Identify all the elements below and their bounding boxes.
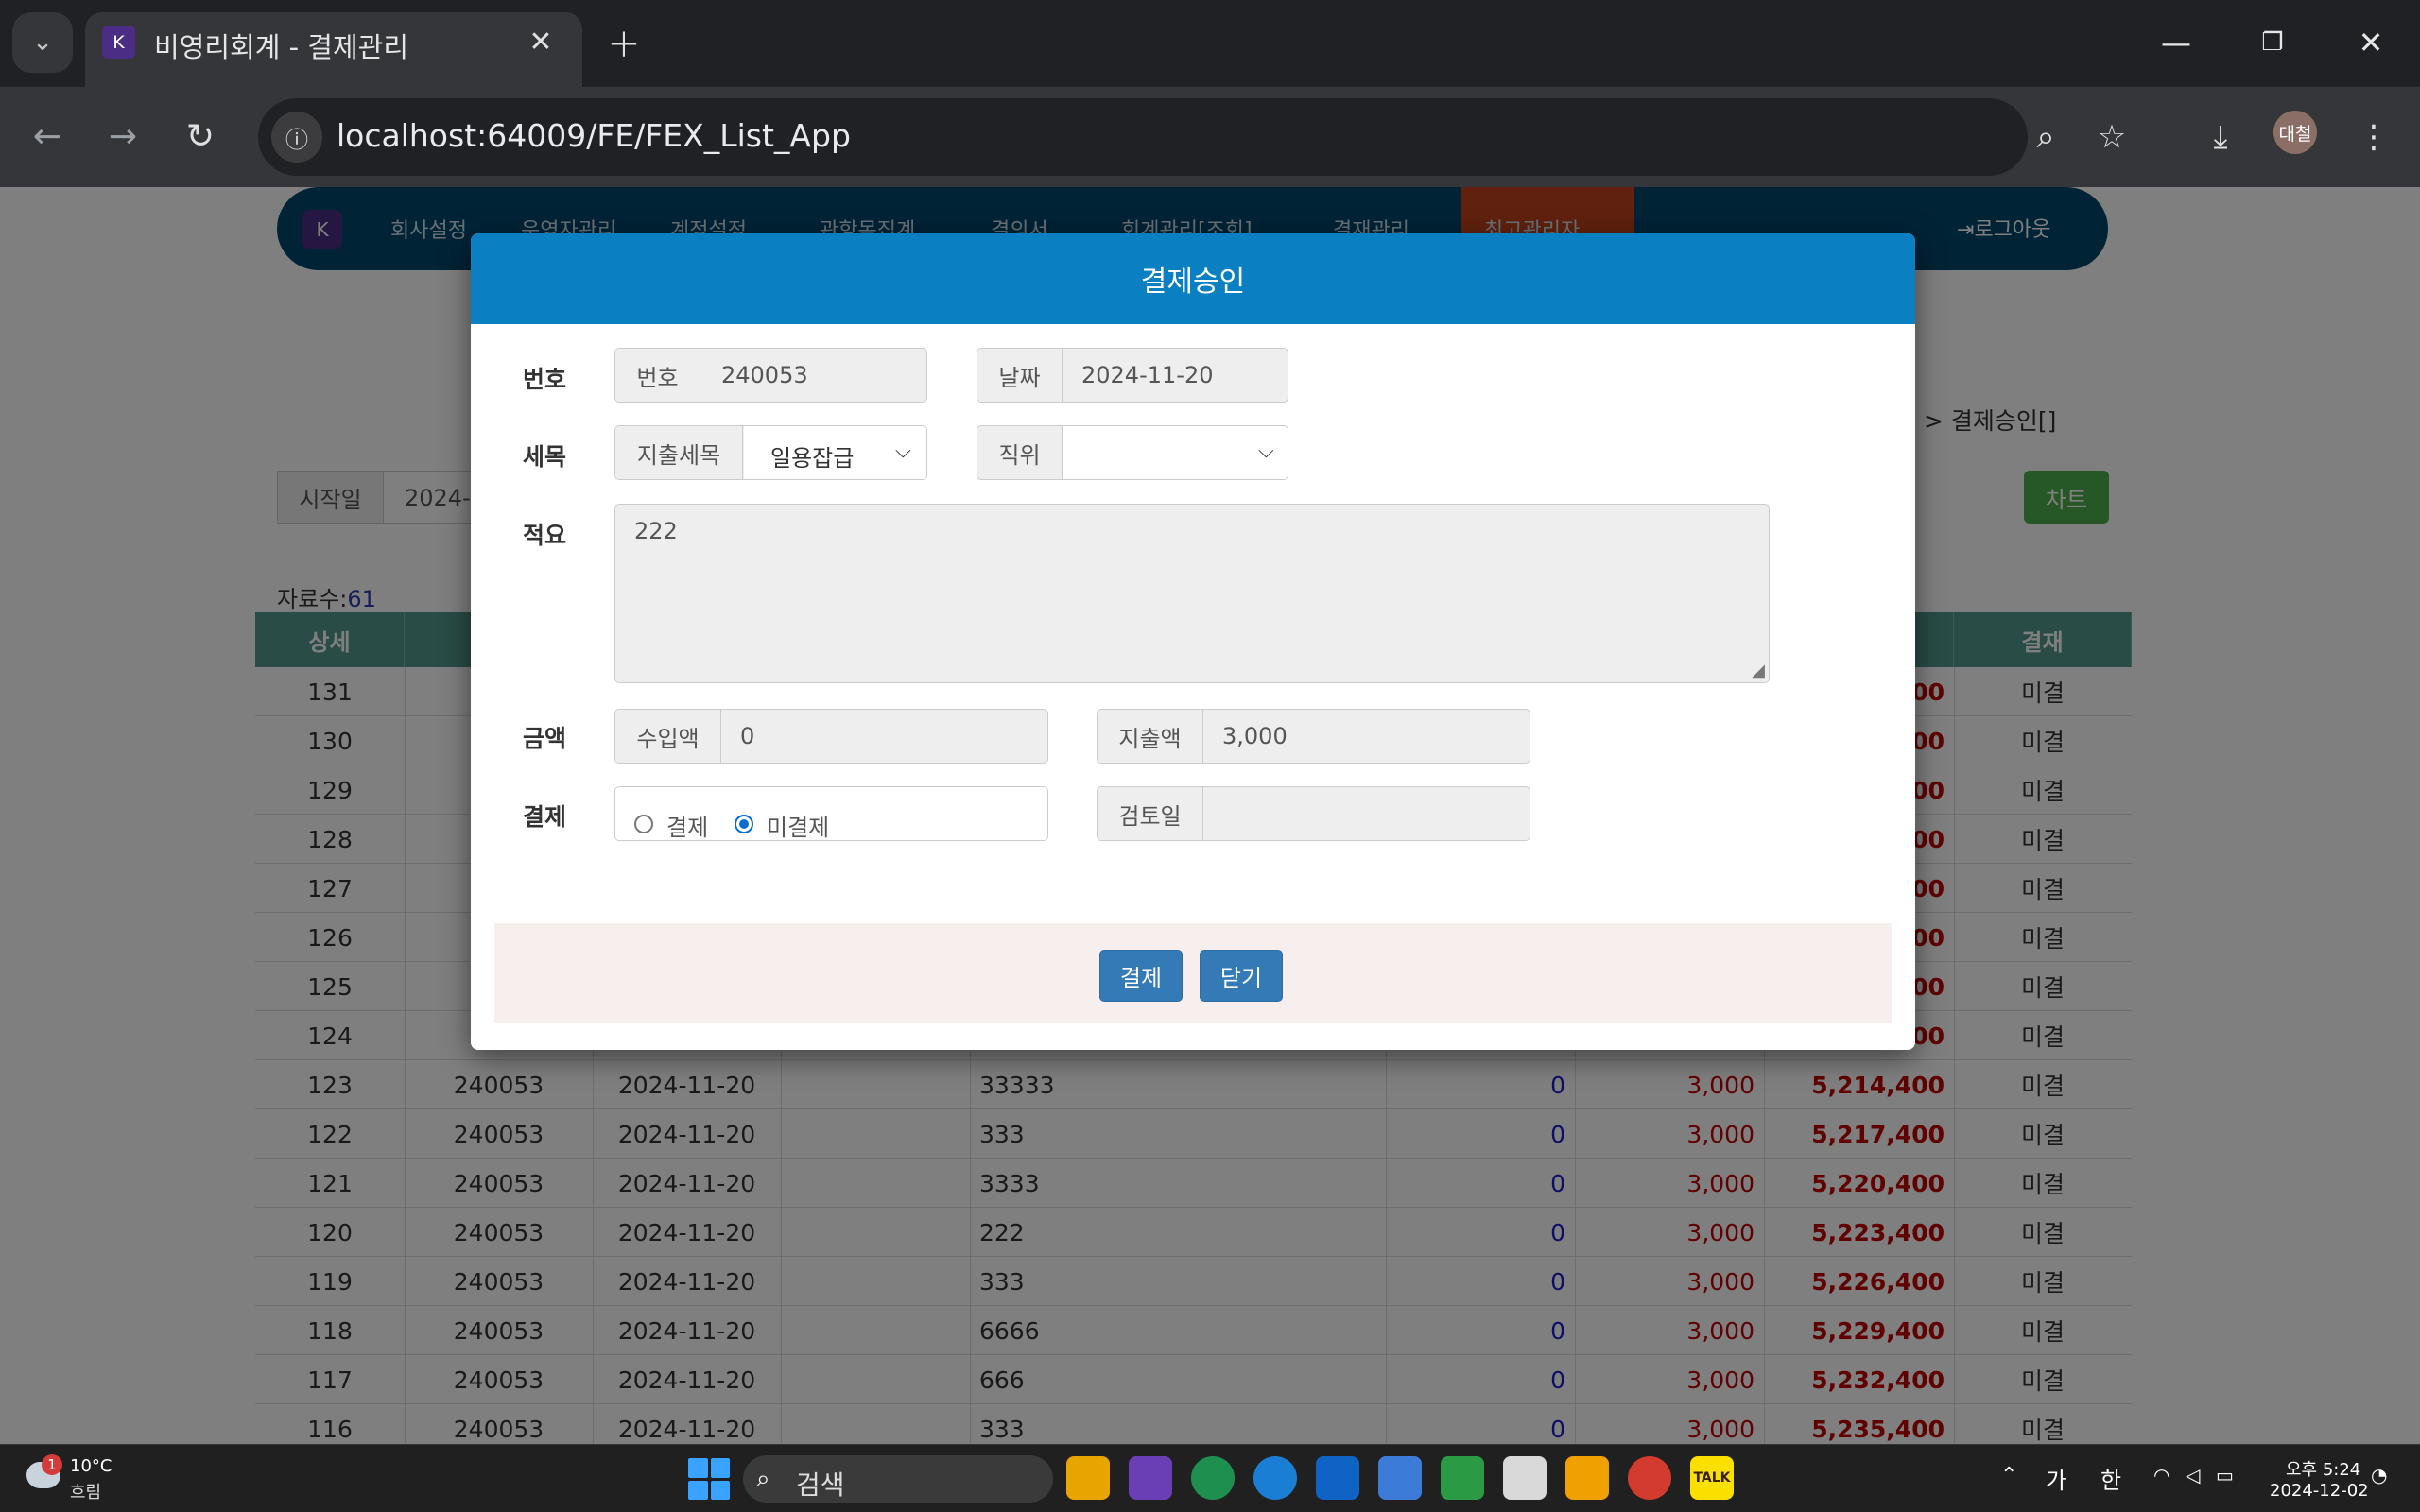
- chrome-profile-icon[interactable]: [1191, 1456, 1235, 1500]
- resize-grip-icon[interactable]: ◢: [1752, 661, 1765, 680]
- label-memo: 적요: [523, 522, 567, 549]
- ime-mode-1[interactable]: 가: [2046, 1462, 2066, 1495]
- forward-arrow-icon[interactable]: →: [96, 110, 149, 163]
- wifi-icon[interactable]: ◠: [2153, 1464, 2169, 1486]
- more-menu-icon[interactable]: ⋮: [2350, 113, 2397, 161]
- file-explorer-icon[interactable]: [1066, 1456, 1110, 1500]
- url-text[interactable]: localhost:64009/FE/FEX_List_App: [337, 117, 851, 154]
- radio-paid-label[interactable]: 결제: [666, 809, 708, 842]
- income-field[interactable]: 수입액 0: [614, 709, 1048, 764]
- browser-tab-strip: ⌄ K 비영리회계 - 결제관리 ✕ + — ❐ ✕: [0, 0, 2420, 87]
- windows-start-icon[interactable]: [688, 1458, 730, 1500]
- tab-title: 비영리회계 - 결제관리: [154, 31, 409, 63]
- position-dropdown[interactable]: ⌵: [1063, 426, 1288, 479]
- memo-textarea[interactable]: 222 ◢: [614, 504, 1770, 683]
- close-button[interactable]: 닫기: [1200, 950, 1283, 1002]
- chevron-down-icon: ⌵: [895, 439, 911, 463]
- address-bar[interactable]: ⓘ localhost:64009/FE/FEX_List_App ⌕ ☆: [258, 98, 2126, 176]
- notification-bell-icon[interactable]: ◔: [2371, 1464, 2387, 1486]
- back-arrow-icon[interactable]: ←: [21, 110, 74, 163]
- label-amount: 금액: [523, 725, 567, 752]
- search-label: 검색: [796, 1469, 845, 1501]
- profile-avatar[interactable]: 대철: [2273, 111, 2317, 154]
- date-value[interactable]: 2024-11-20: [1081, 362, 1213, 388]
- document-icon[interactable]: [1503, 1456, 1547, 1500]
- tab-close-icon[interactable]: ✕: [522, 23, 560, 60]
- number-field[interactable]: 번호 240053: [614, 348, 927, 403]
- clock-date[interactable]: 2024-12-02: [2270, 1481, 2369, 1501]
- chrome-active-icon[interactable]: [1628, 1456, 1671, 1500]
- radio-paid[interactable]: [634, 815, 653, 833]
- cbs-app-icon[interactable]: [1565, 1456, 1609, 1500]
- expense-value[interactable]: 3,000: [1222, 723, 1288, 749]
- chevron-down-icon: ⌵: [1258, 439, 1274, 463]
- excel-icon[interactable]: [1441, 1456, 1484, 1500]
- expense-item-select[interactable]: 지출세목 일용잡급 ⌵: [614, 425, 927, 480]
- approval-modal: 결제승인 번호 번호 240053 날짜 2024-11-20 세목 지출세목 …: [471, 233, 1915, 1050]
- label-item: 세목: [523, 443, 567, 471]
- windows-taskbar: 1 10°C 흐림 ⌕ 검색 TALK ⌃ 가 한 ◠ ◁ ▭ 오후 5:24 …: [0, 1444, 2420, 1512]
- tab-list-chevron-icon[interactable]: ⌄: [12, 12, 73, 73]
- weather-badge: 1: [42, 1454, 62, 1475]
- expense-addon: 지출액: [1098, 710, 1203, 763]
- approval-radio-group: 결제 미결제: [614, 786, 1048, 841]
- zoom-icon[interactable]: ⌕: [2022, 113, 2069, 161]
- radio-unpaid[interactable]: [735, 815, 753, 833]
- position-addon: 직위: [977, 426, 1063, 479]
- new-tab-plus-icon[interactable]: +: [605, 20, 643, 66]
- page-content: K 회사설정 운영자관리 계정설정 관항목집계 결의서 회계관리[조회] 결재관…: [0, 187, 2420, 1444]
- favicon-icon: K: [102, 26, 135, 59]
- number-addon: 번호: [615, 349, 700, 402]
- expense-field[interactable]: 지출액 3,000: [1097, 709, 1530, 764]
- outlook-icon[interactable]: [1316, 1456, 1359, 1500]
- review-date-field[interactable]: 검토일: [1097, 786, 1530, 841]
- download-icon[interactable]: ⤓: [2197, 113, 2244, 161]
- edge-icon[interactable]: [1253, 1456, 1297, 1500]
- kakaotalk-icon[interactable]: TALK: [1690, 1456, 1734, 1500]
- site-info-icon[interactable]: ⓘ: [271, 112, 322, 163]
- date-field[interactable]: 날짜 2024-11-20: [977, 348, 1288, 403]
- tray-overflow-icon[interactable]: ⌃: [2000, 1464, 2017, 1487]
- date-addon: 날짜: [977, 349, 1063, 402]
- expense-item-value: 일용잡급: [770, 445, 855, 472]
- clock-time[interactable]: 오후 5:24: [2286, 1456, 2360, 1481]
- restore-icon[interactable]: ❐: [2244, 17, 2301, 68]
- income-addon: 수입액: [615, 710, 721, 763]
- ime-mode-2[interactable]: 한: [2100, 1462, 2121, 1495]
- position-select[interactable]: 직위 ⌵: [977, 425, 1288, 480]
- modal-footer: 결제 닫기: [494, 923, 1892, 1023]
- visual-studio-icon[interactable]: [1129, 1456, 1172, 1500]
- window-close-icon[interactable]: ✕: [2342, 17, 2399, 68]
- number-value[interactable]: 240053: [721, 362, 808, 388]
- label-approve: 결제: [523, 803, 567, 831]
- volume-icon[interactable]: ◁: [2186, 1464, 2200, 1486]
- approve-button[interactable]: 결제: [1099, 950, 1183, 1002]
- weather-widget[interactable]: 1 10°C 흐림: [21, 1452, 153, 1505]
- reload-icon[interactable]: ↻: [174, 110, 227, 163]
- search-icon: ⌕: [756, 1465, 770, 1493]
- radio-unpaid-label[interactable]: 미결제: [767, 809, 829, 842]
- battery-icon[interactable]: ▭: [2216, 1464, 2234, 1486]
- modal-title: 결제승인: [471, 233, 1915, 324]
- browser-toolbar: ← → ↻ ⓘ localhost:64009/FE/FEX_List_App …: [0, 87, 2420, 187]
- expense-item-addon: 지출세목: [615, 426, 743, 479]
- memo-value: 222: [634, 518, 678, 544]
- taskbar-search[interactable]: ⌕ 검색: [743, 1455, 1053, 1503]
- weather-temp: 10°C: [70, 1456, 112, 1476]
- weather-desc: 흐림: [70, 1483, 102, 1503]
- minimize-icon[interactable]: —: [2148, 17, 2204, 68]
- review-addon: 검토일: [1098, 787, 1203, 840]
- income-value[interactable]: 0: [740, 723, 754, 749]
- browser-tab-active[interactable]: K 비영리회계 - 결제관리 ✕: [85, 12, 582, 87]
- label-number: 번호: [523, 366, 567, 393]
- expense-item-dropdown[interactable]: 일용잡급 ⌵: [744, 426, 926, 479]
- notepad-icon[interactable]: [1378, 1456, 1422, 1500]
- bookmark-star-icon[interactable]: ☆: [2088, 113, 2135, 161]
